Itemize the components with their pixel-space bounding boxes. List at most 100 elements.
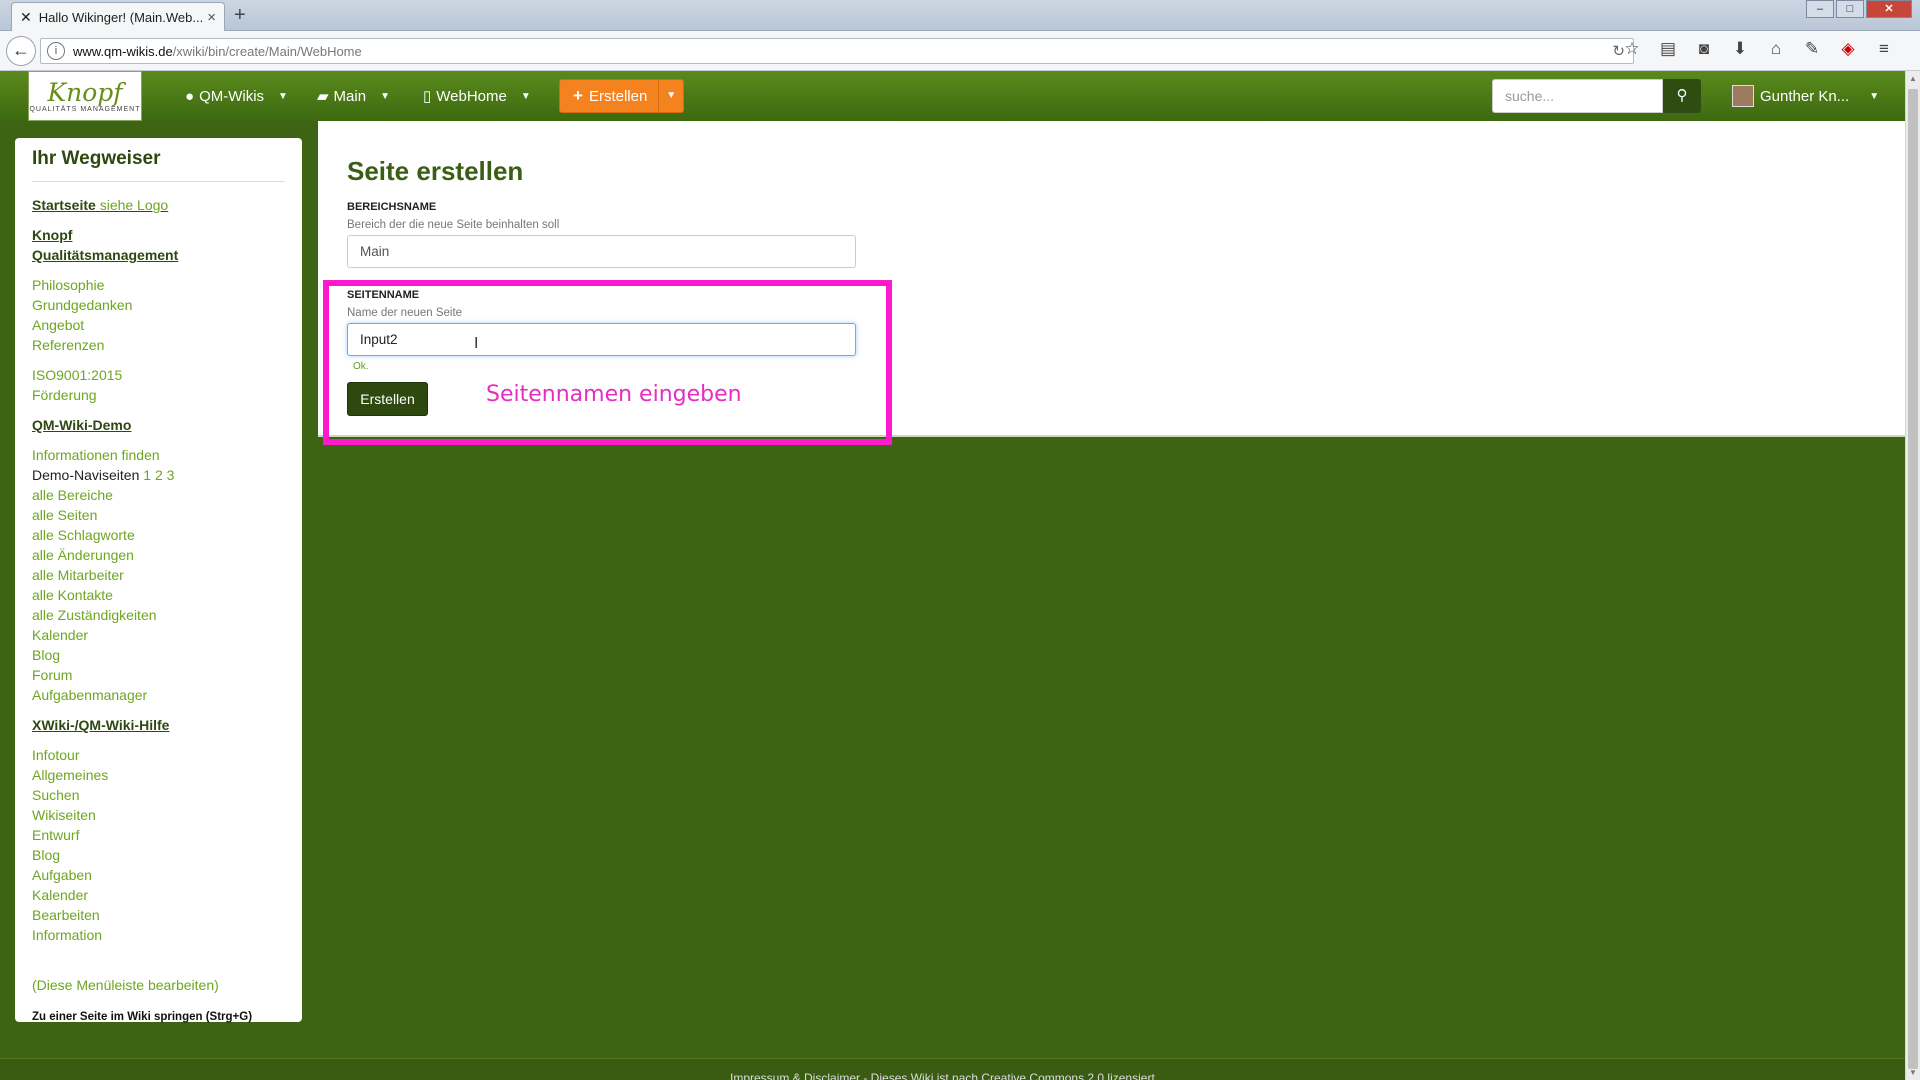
sidebar-link[interactable]: ISO9001:2015 [32,365,285,385]
highlight-frame [323,280,892,445]
sidebar-link[interactable]: Kalender [32,625,285,645]
scrollbar[interactable]: ▲ ▼ [1905,71,1920,1080]
sidebar-link[interactable]: alle Bereiche [32,485,285,505]
sidebar-link[interactable]: Suchen [32,785,285,805]
sidebar-link[interactable]: Philosophie [32,275,285,295]
chevron-down-icon[interactable]: ▼ [278,91,288,102]
user-menu[interactable]: Gunther Kn... ▼ [1732,71,1879,121]
nav-page-label: WebHome [436,87,507,105]
sidebar-link[interactable]: alle Seiten [32,505,285,525]
tab-title: Hallo Wikinger! (Main.Web... [38,9,204,25]
sidebar-link[interactable]: Angebot [32,315,285,335]
sidebar-heading-demo[interactable]: QM-Wiki-Demo [32,415,285,435]
create-dropdown-icon[interactable]: ▼ [658,80,683,112]
folder-icon: ▰ [317,88,329,105]
sidebar-heading-help[interactable]: XWiki-/QM-Wiki-Hilfe [32,715,285,735]
tools-icon[interactable]: ✎ [1794,39,1830,59]
download-icon[interactable]: ⬇ [1722,39,1758,59]
sidebar-start-row: Startseite siehe Logo [32,195,285,215]
sidebar-start-extra: siehe Logo [99,197,169,213]
sidebar-demo-page-link[interactable]: 3 [167,467,175,483]
nav-wiki-menu[interactable]: ● QM-Wikis ▼ [185,71,288,121]
new-tab-icon[interactable]: + [234,4,246,27]
home-icon[interactable]: ⌂ [1758,39,1794,59]
sidebar-link[interactable]: Information [32,925,285,945]
globe-icon: ● [185,87,195,105]
scroll-down-icon[interactable]: ▼ [1909,1068,1917,1077]
bookmark-star-icon[interactable]: ☆ [1614,39,1650,59]
space-name-input[interactable]: Main [347,235,856,268]
sidebar-link[interactable]: Informationen finden [32,445,285,465]
sidebar-link[interactable]: Blog [32,845,285,865]
sidebar-link[interactable]: alle Zuständigkeiten [32,605,285,625]
sidebar-link[interactable]: Referenzen [32,335,285,355]
sidebar-link[interactable]: Aufgaben [32,865,285,885]
nav-page-menu[interactable]: ▯ WebHome ▼ [423,71,531,121]
sidebar-demo-page-link[interactable]: 1 [143,467,151,483]
back-button[interactable]: ← [6,36,36,66]
sidebar-link[interactable]: Förderung [32,385,285,405]
sidebar-link[interactable]: Blog [32,645,285,665]
sidebar-link[interactable]: Entwurf [32,825,285,845]
sidebar-wegweiser: Ihr Wegweiser Startseite siehe Logo Knop… [15,138,302,1023]
footer: Impressum & Disclaimer - Dieses Wiki ist… [0,1058,1905,1080]
document-icon: ▯ [423,88,432,105]
page-title: Seite erstellen [347,156,524,186]
close-tab-icon[interactable]: × [207,9,216,26]
maximize-icon[interactable]: □ [1836,0,1864,18]
sidebar-link[interactable]: Grundgedanken [32,295,285,315]
text-cursor-icon: Ι [474,335,479,352]
site-logo[interactable]: Knopf QUALITÄTS MANAGEMENT [28,71,142,121]
sidebar-link[interactable]: Forum [32,665,285,685]
reader-list-icon[interactable]: ▤ [1650,39,1686,59]
minimize-icon[interactable]: – [1806,0,1834,18]
window-close-icon[interactable]: ✕ [1866,0,1912,18]
sidebar-heading-knopf[interactable]: Knopf [32,225,285,245]
sidebar-link[interactable]: Wikiseiten [32,805,285,825]
xwiki-favicon-icon: ✕ [20,8,32,25]
plus-icon: + [573,86,583,105]
chevron-down-icon[interactable]: ▼ [521,91,531,102]
sidebar-link[interactable]: Allgemeines [32,765,285,785]
sidebar-title: Ihr Wegweiser [32,148,285,182]
sidebar-link[interactable]: alle Mitarbeiter [32,565,285,585]
ublock-shield-icon[interactable]: ◈ [1830,39,1866,59]
info-icon[interactable]: i [47,42,65,60]
search-button[interactable]: ⚲ [1663,79,1701,113]
sidebar-demo-page-link[interactable]: 2 [155,467,163,483]
nav-space-menu[interactable]: ▰ Main ▼ [317,71,390,121]
menu-hamburger-icon[interactable]: ≡ [1866,39,1902,59]
scroll-up-icon[interactable]: ▲ [1909,74,1917,83]
sidebar-link[interactable]: alle Änderungen [32,545,285,565]
sidebar-heading-qm[interactable]: Qualitätsmanagement [32,245,285,265]
sidebar-jump-shortcut[interactable]: Zu einer Seite im Wiki springen (Strg+G) [32,1011,252,1023]
sidebar-edit-menu-link[interactable]: (Diese Menüleiste bearbeiten) [32,975,285,995]
footer-text[interactable]: Impressum & Disclaimer - Dieses Wiki ist… [730,1071,1155,1080]
url-path: /xwiki/bin/create/Main/WebHome [172,43,362,59]
sidebar-link[interactable]: Bearbeiten [32,905,285,925]
sidebar-link[interactable]: Infotour [32,745,285,765]
window-controls: – □ ✕ [1804,0,1912,18]
url-bar[interactable]: i www.qm-wikis.de/xwiki/bin/create/Main/… [40,38,1634,64]
url-domain: www.qm-wikis.de [73,43,173,59]
sidebar-link[interactable]: alle Schlagworte [32,525,285,545]
create-button-label: Erstellen [588,87,648,105]
scrollbar-thumb[interactable] [1908,89,1918,1069]
browser-tab[interactable]: ✕ Hallo Wikinger! (Main.Web... × [11,2,225,31]
annotation-text: Seitennamen eingeben [486,382,742,407]
create-button[interactable]: + Erstellen ▼ [559,79,684,113]
pocket-icon[interactable]: ◙ [1686,39,1722,59]
chevron-down-icon[interactable]: ▼ [380,91,390,102]
browser-tab-bar: ✕ Hallo Wikinger! (Main.Web... × + – □ ✕ [0,0,1920,31]
search-input[interactable]: suche... [1492,79,1663,113]
sidebar-link[interactable]: Aufgabenmanager [32,685,285,705]
sidebar-link-startseite[interactable]: Startseite [32,197,96,213]
nav-space-label: Main [333,87,367,105]
sidebar-demo-navi-row: Demo-Naviseiten 1 2 3 [32,465,285,485]
chevron-down-icon[interactable]: ▼ [1869,91,1879,102]
logo-wordmark: Knopf [47,77,123,107]
search-icon: ⚲ [1676,87,1688,104]
sidebar-link[interactable]: Kalender [32,885,285,905]
space-name-label: BEREICHSNAME [347,201,437,213]
sidebar-link[interactable]: alle Kontakte [32,585,285,605]
